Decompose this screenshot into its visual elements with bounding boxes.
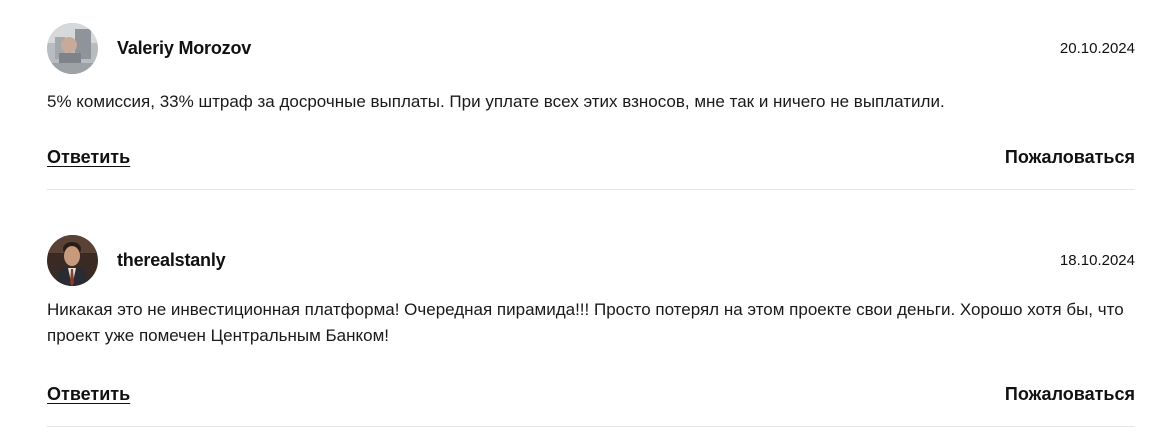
comment-item: Valeriy Morozov 20.10.2024 5% комиссия, … <box>47 23 1135 190</box>
comment-item: therealstanly 18.10.2024 Никакая это не … <box>47 235 1135 427</box>
reply-link[interactable]: Ответить <box>47 384 130 405</box>
avatar[interactable] <box>47 23 98 74</box>
comment-date: 18.10.2024 <box>1059 252 1135 269</box>
avatar-photo-icon <box>47 23 98 74</box>
comment-header: therealstanly 18.10.2024 <box>47 235 1135 287</box>
comment-text: 5% комиссия, 33% штраф за досрочные выпл… <box>47 92 945 111</box>
complain-link[interactable]: Пожаловаться <box>1005 384 1135 405</box>
comment-header: Valeriy Morozov 20.10.2024 <box>47 23 1135 75</box>
comment-author: Valeriy Morozov <box>117 38 252 58</box>
avatar[interactable] <box>47 235 98 286</box>
comments-list: Valeriy Morozov 20.10.2024 5% комиссия, … <box>0 0 1151 442</box>
comment-divider <box>47 189 1135 190</box>
comment-author: therealstanly <box>117 250 226 270</box>
reply-link[interactable]: Ответить <box>47 147 130 168</box>
comment-divider <box>47 426 1135 427</box>
comment-text: Никакая это не инвестиционная платформа!… <box>47 300 1124 345</box>
complain-link[interactable]: Пожаловаться <box>1005 147 1135 168</box>
avatar-photo-icon <box>47 235 98 286</box>
comment-date: 20.10.2024 <box>1059 40 1135 57</box>
